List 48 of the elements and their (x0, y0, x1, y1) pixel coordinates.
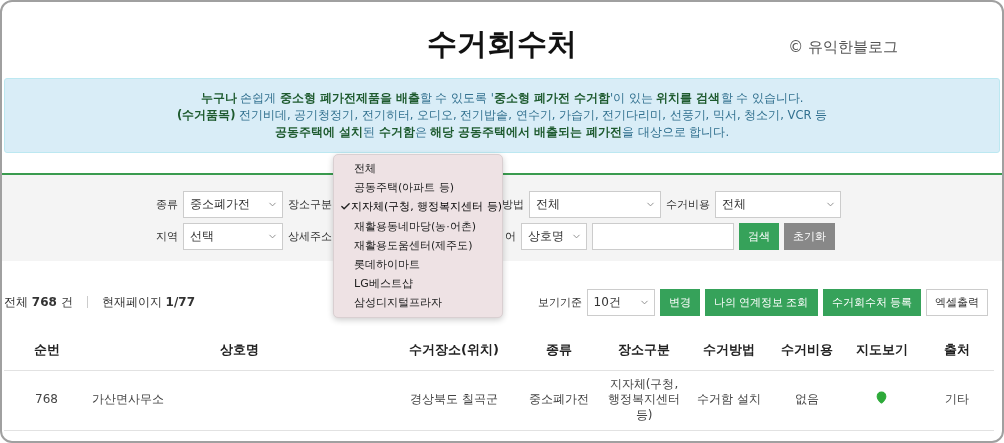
filter-label: 수거비용 (666, 197, 710, 212)
dropdown-option[interactable]: 삼성디지털프라자 (334, 293, 502, 313)
table-cell: 경상북도 칠곡군 (389, 370, 519, 430)
filter-select[interactable]: 전체 (529, 191, 661, 218)
action-button[interactable]: 엑셀출력 (926, 288, 988, 316)
column-header: 출처 (919, 331, 994, 370)
dropdown-option[interactable]: 재활용동네마당(농·어촌) (334, 216, 502, 236)
table-cell: 768 (4, 370, 89, 430)
column-header: 장소구분 (599, 331, 689, 370)
page-title: 수거회수처 (427, 24, 577, 63)
column-header: 지도보기 (844, 331, 919, 370)
table-cell: 가산면사무소 (89, 370, 389, 430)
column-header: 종류 (519, 331, 599, 370)
page-indicator: 현재페이지 1/77 (101, 293, 195, 311)
filter-select[interactable]: 중소폐가전 (183, 191, 283, 218)
table-cell: 없음 (769, 370, 844, 430)
dropdown-option[interactable]: 롯데하이마트 (334, 254, 502, 275)
table-cell: 중소폐가전 (519, 370, 599, 430)
column-header: 수거방법 (689, 331, 769, 370)
view-select[interactable]: 10건 (586, 288, 655, 316)
table-cell: 기타 (919, 370, 994, 430)
notice-text: 공동주택에 설치된 수거함은 해당 공동주택에서 배출되는 폐가전을 대상으로 합니다. (274, 125, 730, 140)
dropdown-option[interactable]: 공동주택(아파트 등) (334, 178, 502, 198)
blog-credit: © 유익한블로그 (788, 38, 898, 57)
table-cell: 수거함 설치 (689, 370, 769, 430)
notice-text: 누구나 손쉽게 중소형 폐가전제품을 배출할 수 있도록 '중소형 폐가전 수거함'이 있는 위치를 검색할 수 있습니다. (200, 91, 804, 106)
filter-label: 장소구분 (288, 197, 332, 212)
filter-label: 어 (505, 229, 516, 244)
filter-label: 상세주소 (288, 229, 332, 244)
table-cell: 지자체(구청, 행정복지센터 등) (599, 370, 689, 430)
view-label: 보기기준 (537, 294, 582, 310)
column-header: 상호명 (89, 331, 389, 370)
filter-label: 종류 (156, 197, 178, 212)
column-header: 수거장소(위치) (389, 331, 519, 370)
total-count: 전체 768 건 (4, 293, 73, 311)
filter-label: 방법 (502, 197, 524, 212)
dropdown-option[interactable]: 재활용도움센터(제주도) (334, 235, 502, 255)
dropdown-option[interactable]: 전체 (334, 159, 502, 179)
filter-label: 지역 (156, 229, 178, 244)
filter-button[interactable]: 초기화 (784, 223, 835, 250)
filter-select[interactable]: 전체 (715, 191, 841, 218)
dropdown-option[interactable]: 지자체(구청, 행정복지센터 등) (334, 197, 502, 217)
column-header: 수거비용 (769, 331, 844, 370)
dropdown-option[interactable]: LG베스트샵 (334, 274, 502, 294)
filter-select[interactable]: 선택 (183, 223, 283, 250)
notice-text: (수거품목) 전기비데, 공기청정기, 전기히터, 오디오, 전기밥솥, 연수기, 가습기, 전기다리미, 선풍기, 믹서, 청소기, VCR 등 (176, 108, 828, 123)
filter-select[interactable]: 상호명 (521, 223, 587, 250)
column-header: 순번 (4, 331, 89, 370)
